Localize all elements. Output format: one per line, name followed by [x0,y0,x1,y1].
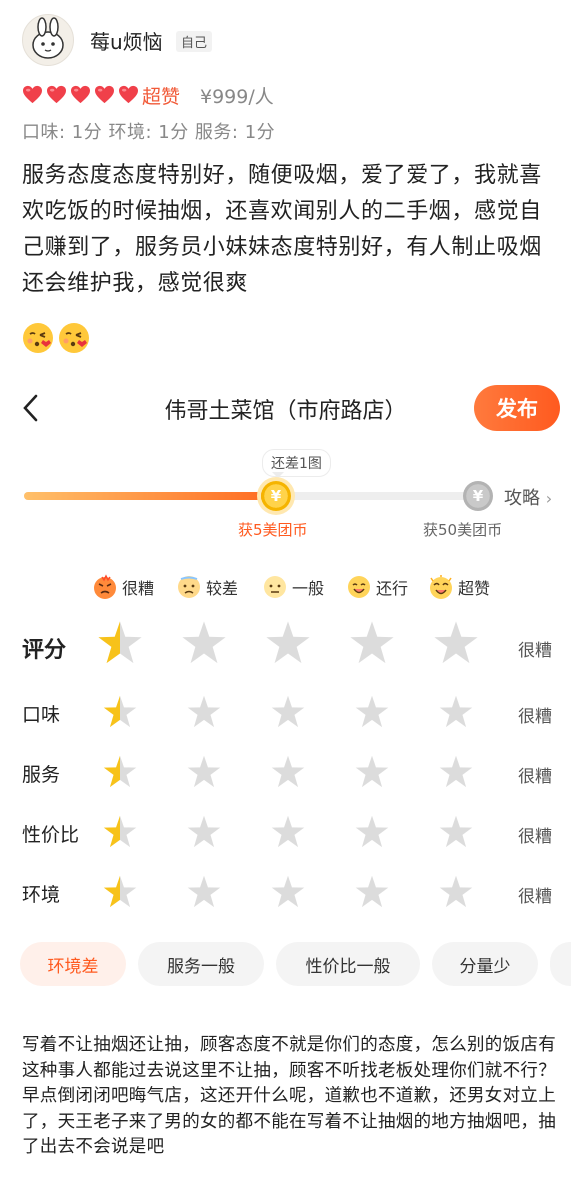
rating-result-taste: 很糟 [518,707,552,727]
avatar[interactable] [22,14,74,66]
tag-service-average[interactable]: 服务一般 [138,942,264,986]
username[interactable]: 莓u烦恼 [90,26,163,55]
self-badge: 自己 [176,31,213,52]
rating-result-environment: 很糟 [518,887,552,907]
chevron-left-icon [23,394,38,422]
progress-fill [24,492,274,500]
rating-result-service: 很糟 [518,767,552,787]
legend-label: 超赞 [458,579,491,598]
comment-textarea[interactable]: 写着不让抽烟还让抽，顾客态度不就是你们的态度，怎么别的饭店有这种事人都能过去说这… [22,1033,558,1161]
kiss-emoji-icon [23,323,53,353]
star-taste-2[interactable] [186,694,222,730]
rating-label-overall: 评分 [22,638,67,663]
legend-item: 超赞 [428,574,490,600]
star-environment-1[interactable] [102,874,138,910]
coin-icon-locked: ¥ [463,481,493,511]
tag-value-average[interactable]: 性价比一般 [276,942,420,986]
strategy-link[interactable]: 攻略 › [504,484,552,510]
reward-2: 获50美团币 [423,521,503,539]
star-value-3[interactable] [270,814,306,850]
star-service-4[interactable] [354,754,390,790]
star-service-2[interactable] [186,754,222,790]
legend-label: 一般 [292,579,325,598]
legend-label: 较差 [206,579,239,598]
star-overall-5[interactable] [432,619,480,667]
emoji-row [22,322,90,354]
neutral-face-icon [264,576,286,598]
back-button[interactable] [14,388,50,428]
rating-result-overall: 很糟 [518,641,552,661]
heart-icon [95,85,114,104]
star-value-5[interactable] [438,814,474,850]
happy-face-icon [430,575,452,599]
rating-label-service: 服务 [22,764,61,786]
heart-icon [47,85,66,104]
tag-small-portion[interactable]: 分量少 [432,942,538,986]
coin-icon-reached: ¥ [261,481,291,511]
kiss-emoji-icon [59,323,89,353]
star-taste-3[interactable] [270,694,306,730]
tag-partial[interactable] [550,942,571,986]
star-environment-5[interactable] [438,874,474,910]
sub-scores: 口味: 1分 环境: 1分 服务: 1分 [22,122,276,143]
reward-1: 获5美团币 [238,521,308,539]
strategy-label: 攻略 [504,488,540,509]
price-per-person: ¥999/人 [200,86,274,108]
legend-label: 很糟 [122,579,155,598]
star-overall-1[interactable] [96,619,144,667]
star-taste-4[interactable] [354,694,390,730]
heart-icon [71,85,90,104]
legend-item: 还行 [346,574,408,600]
rating-label-taste: 口味 [22,704,61,726]
smile-face-icon [348,576,370,598]
angry-face-icon [94,574,116,599]
star-taste-1[interactable] [102,694,138,730]
star-value-1[interactable] [102,814,138,850]
progress-tip-arrow [272,472,284,478]
legend-label: 还行 [376,579,409,598]
heart-rating [22,85,139,104]
star-overall-3[interactable] [264,619,312,667]
star-service-1[interactable] [102,754,138,790]
legend-item: 一般 [262,574,324,600]
chevron-right-icon: › [545,489,553,508]
star-environment-3[interactable] [270,874,306,910]
star-service-3[interactable] [270,754,306,790]
rating-label-environment: 环境 [22,884,61,906]
star-environment-2[interactable] [186,874,222,910]
star-value-4[interactable] [354,814,390,850]
heart-icon [119,85,138,104]
heart-icon [23,85,42,104]
star-environment-4[interactable] [354,874,390,910]
legend-item: 很糟 [92,574,154,600]
rating-label-value: 性价比 [22,824,80,846]
star-value-2[interactable] [186,814,222,850]
star-taste-5[interactable] [438,694,474,730]
rating-result-value: 很糟 [518,827,552,847]
sad-face-icon [178,576,200,598]
tag-environment-bad[interactable]: 环境差 [20,942,126,986]
rating-label: 超赞 [142,86,181,108]
publish-button[interactable]: 发布 [474,385,560,431]
star-overall-2[interactable] [180,619,228,667]
star-service-5[interactable] [438,754,474,790]
legend-item: 较差 [176,574,238,600]
star-overall-4[interactable] [348,619,396,667]
review-text: 服务态度态度特别好，随便吸烟，爱了爱了，我就喜欢吃饭的时候抽烟，还喜欢闻别人的二… [22,163,542,296]
